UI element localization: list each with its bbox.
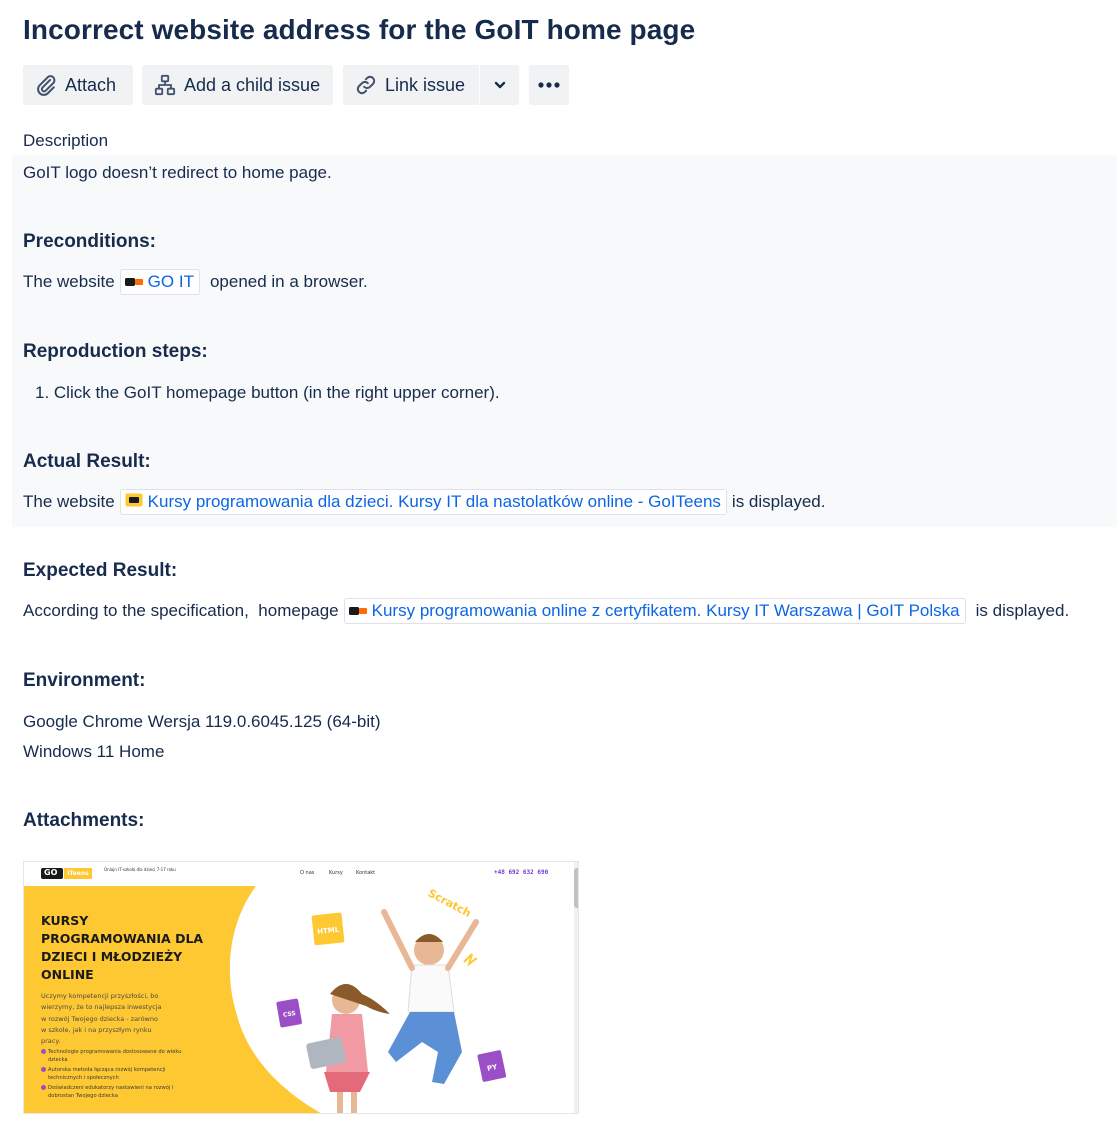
embedded-bullet-text: Autorska metoda łącząca rozwój kompetenc…: [48, 1067, 166, 1073]
environment-browser: Google Chrome Wersja 119.0.6045.125 (64-…: [23, 712, 381, 731]
embedded-hero-text-line: w rozwój Twojego dziecka - zarówno: [41, 1014, 158, 1023]
hierarchy-icon: [154, 74, 176, 96]
embedded-nav-courses: Kursy: [329, 870, 343, 876]
expected-result-heading: Expected Result:: [23, 560, 178, 581]
embedded-bullet: Doświadczeni edukatorzy nastawieni na ro…: [41, 1084, 182, 1100]
environment-heading: Environment:: [23, 670, 146, 691]
add-child-issue-button[interactable]: Add a child issue: [142, 65, 333, 105]
description-label: Description: [23, 131, 109, 150]
steps-heading: Reproduction steps:: [23, 341, 208, 362]
embedded-hero-title-line: ONLINE: [41, 967, 94, 982]
embedded-nav-about: O nas: [300, 870, 315, 876]
attach-button[interactable]: Attach: [23, 65, 133, 105]
bullet-dot-icon: [41, 1085, 46, 1090]
goit-polska-link-chip[interactable]: Kursy programowania online z certyfikate…: [343, 598, 966, 624]
preconditions-prefix: The website: [23, 272, 115, 291]
embedded-hero-title-line: PROGRAMOWANIA DLA: [41, 931, 204, 946]
link-issue-button[interactable]: Link issue: [343, 65, 479, 105]
embedded-bullet-text: dziecka: [48, 1057, 68, 1063]
embedded-hero-title: KURSY PROGRAMOWANIA DLA DZIECI I MŁODZIE…: [41, 912, 203, 984]
embedded-nav-contact: Kontakt: [356, 870, 376, 876]
embedded-hero-title-line: KURSY: [41, 913, 89, 928]
embedded-bullet: Technologie programowania dostosowane do…: [41, 1048, 182, 1064]
preconditions-line: The website GO IT opened in a browser.: [23, 269, 368, 295]
chevron-down-icon: [493, 78, 507, 92]
preconditions-suffix: opened in a browser.: [209, 272, 368, 291]
embedded-bullets: Technologie programowania dostosowane do…: [41, 1048, 182, 1100]
embedded-logo-go: GO: [44, 868, 58, 877]
embedded-hero-text-line: w szkole, jak i na przyszłym rynku: [41, 1025, 152, 1034]
embedded-bullet-text: Doświadczeni edukatorzy nastawieni na ro…: [48, 1085, 174, 1091]
embedded-phone: +48 692 632 690: [494, 869, 549, 876]
link-issue-label: Link issue: [385, 74, 466, 95]
embedded-logo: GO: [41, 868, 63, 879]
goit-polska-link-text: Kursy programowania online z certyfikate…: [371, 601, 960, 620]
actual-result-line: The website Kursy programowania dla dzie…: [23, 489, 825, 515]
goiteens-favicon-icon: [125, 492, 143, 512]
embedded-hero-text-line: Uczymy kompetencji przyszłości, bo: [41, 992, 159, 1000]
goiteens-link-chip[interactable]: Kursy programowania dla dzieci. Kursy IT…: [119, 489, 727, 515]
bullet-dot-icon: [41, 1049, 46, 1054]
link-issue-dropdown-button[interactable]: [480, 65, 519, 105]
step-item: 1. Click the GoIT homepage button (in th…: [35, 383, 500, 402]
embedded-hero-text-line: pracy.: [41, 1037, 61, 1046]
preconditions-heading: Preconditions:: [23, 231, 157, 252]
attachments-heading: Attachments:: [23, 810, 145, 831]
embedded-bullet: Autorska metoda łącząca rozwój kompetenc…: [41, 1066, 182, 1082]
embedded-bullet-text: technicznych i społecznych: [48, 1075, 119, 1081]
goit-favicon-icon: [124, 272, 143, 292]
embedded-bullet-text: dobrostan Twojego dziecka: [48, 1093, 118, 1099]
embedded-logo-teens: iTeens: [64, 868, 92, 879]
attachment-thumbnail[interactable]: HTML CSS PY Scratch GO iTeens Onlajn IT-…: [23, 861, 579, 1114]
actual-result-heading: Actual Result:: [23, 451, 151, 472]
goit-link-text: GO IT: [147, 272, 194, 291]
actual-result-prefix: The website: [23, 492, 115, 511]
paperclip-icon: [35, 74, 57, 96]
attach-label: Attach: [65, 74, 117, 95]
embedded-bullet-text: Technologie programowania dostosowane do…: [48, 1049, 182, 1055]
goit-polska-favicon-icon: [348, 601, 367, 621]
goit-link-chip[interactable]: GO IT: [119, 269, 200, 295]
embedded-hero-title-line: DZIECI I MŁODZIEŻY: [41, 949, 183, 964]
embedded-tagline: Onlajn IT-szkoła dla dzieci 7-17 roku: [104, 867, 176, 872]
goiteens-link-text: Kursy programowania dla dzieci. Kursy IT…: [147, 492, 721, 511]
embedded-hero-text-line: wierzymy, że to najlepsza inwestycja: [41, 1003, 162, 1012]
more-actions-button[interactable]: [529, 65, 569, 105]
description-summary: GoIT logo doesn’t redirect to home page.: [23, 163, 332, 182]
environment-os: Windows 11 Home: [23, 742, 165, 761]
add-child-issue-label: Add a child issue: [184, 74, 321, 95]
expected-result-prefix: According to the specification, homepage: [23, 601, 339, 620]
more-icon: [537, 81, 561, 89]
embedded-hero-text: Uczymy kompetencji przyszłości, bo wierz…: [41, 991, 162, 1047]
bullet-dot-icon: [41, 1067, 46, 1072]
actual-result-suffix: is displayed.: [731, 492, 826, 511]
expected-result-line: According to the specification, homepage…: [23, 598, 1069, 624]
issue-title[interactable]: Incorrect website address for the GoIT h…: [23, 14, 695, 46]
expected-result-suffix: is displayed.: [975, 601, 1070, 620]
link-icon: [355, 74, 377, 96]
